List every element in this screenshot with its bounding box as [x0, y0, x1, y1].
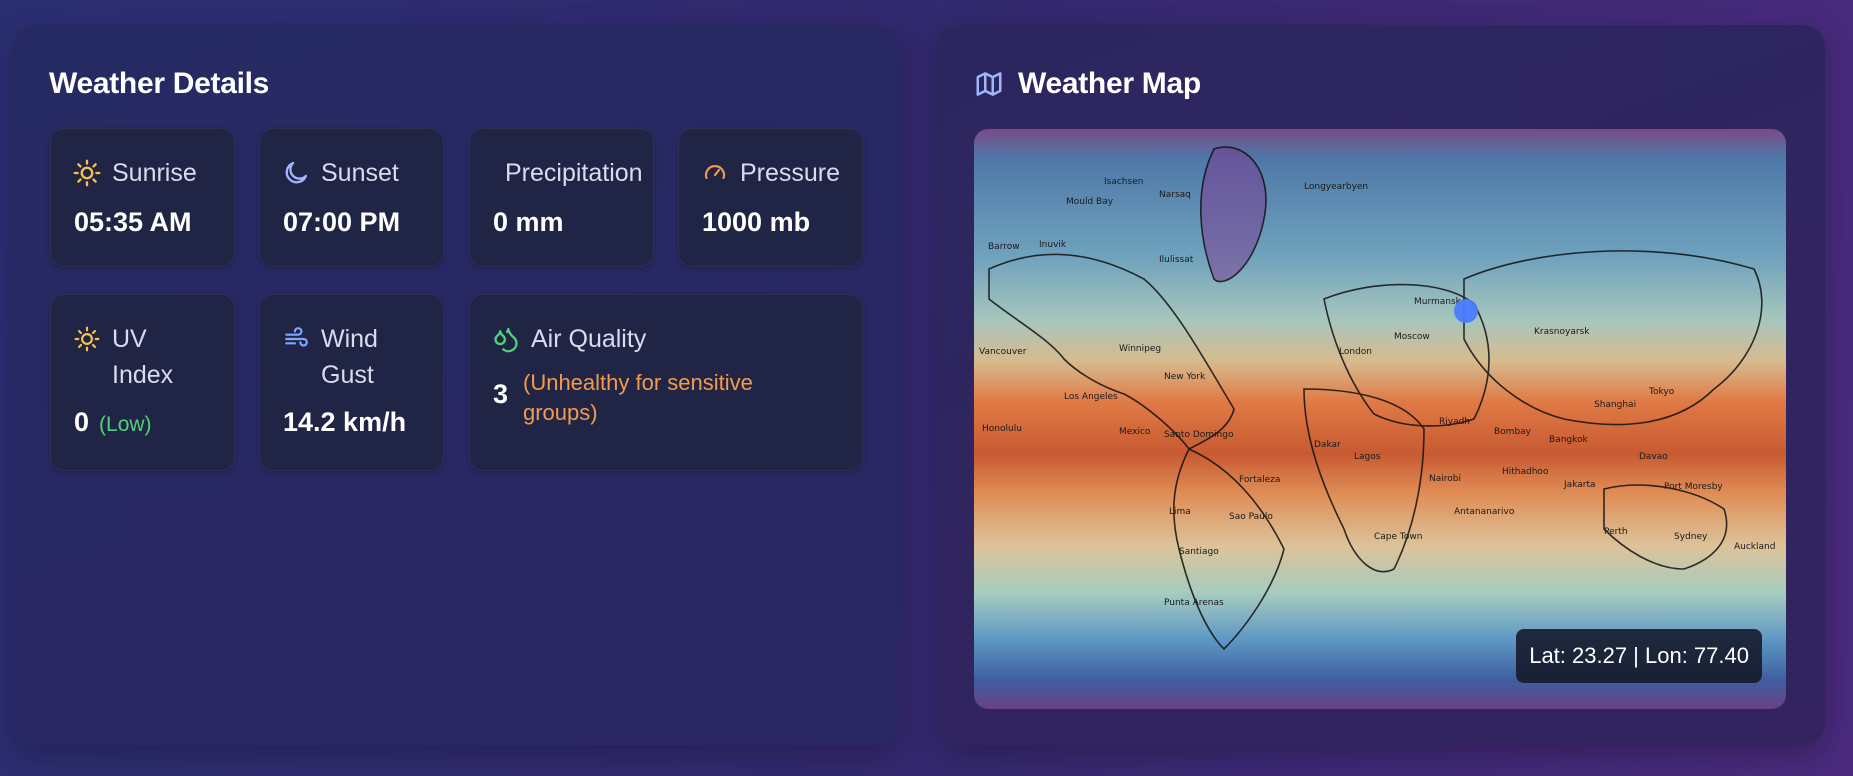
sunrise-card: Sunrise 05:35 AM	[50, 128, 235, 267]
precipitation-value: 0 mm	[493, 207, 564, 237]
svg-text:Punta Arenas: Punta Arenas	[1164, 598, 1224, 608]
svg-text:Moscow: Moscow	[1394, 332, 1430, 342]
droplets-icon	[492, 321, 520, 357]
svg-text:Bangkok: Bangkok	[1549, 435, 1589, 445]
svg-text:New York: New York	[1164, 372, 1206, 382]
svg-text:Santiago: Santiago	[1179, 547, 1219, 557]
uv-label-line2: Index	[112, 361, 174, 389]
map-canvas: Barrow Inuvik Mould Bay Isachsen Narsaq Ilul…	[974, 129, 1786, 709]
air-quality-value: 3	[493, 379, 509, 409]
svg-text:Narsaq: Narsaq	[1159, 190, 1191, 200]
svg-text:Jakarta: Jakarta	[1563, 480, 1595, 490]
sunrise-label: Sunrise	[112, 159, 197, 187]
svg-text:Hithadhoo: Hithadhoo	[1502, 467, 1549, 477]
svg-text:Mexico: Mexico	[1119, 427, 1151, 437]
wind-label-line1: Wind	[321, 325, 378, 353]
weather-map-panel: Weather Map Barrow Inuvik Mould Bay Isac…	[938, 25, 1825, 745]
moon-icon	[282, 155, 310, 191]
svg-text:Perth: Perth	[1604, 527, 1628, 537]
weather-details-panel: Weather Details Sunrise 05:35 AM Sunset …	[13, 25, 900, 745]
svg-text:Vancouver: Vancouver	[979, 347, 1027, 357]
uv-level: (Low)	[99, 413, 152, 436]
sun-icon	[73, 321, 101, 357]
air-quality-card: Air Quality 3 (Unhealthy for sensitive g…	[469, 294, 863, 471]
svg-text:Lagos: Lagos	[1354, 452, 1381, 462]
precipitation-label: Precipitation	[505, 159, 643, 187]
svg-text:Shanghai: Shanghai	[1594, 400, 1636, 410]
svg-text:Isachsen: Isachsen	[1104, 177, 1143, 187]
svg-text:London: London	[1339, 347, 1372, 357]
svg-text:Barrow: Barrow	[988, 242, 1020, 252]
svg-text:Tokyo: Tokyo	[1648, 387, 1675, 397]
pressure-value: 1000 mb	[702, 207, 811, 237]
svg-text:Antananarivo: Antananarivo	[1454, 507, 1515, 517]
wind-gust-value: 14.2 km/h	[283, 407, 407, 437]
precipitation-card: Precipitation 0 mm	[469, 128, 654, 267]
wind-label-line2: Gust	[321, 361, 374, 389]
svg-text:Murmansk: Murmansk	[1414, 297, 1462, 307]
sun-icon	[73, 155, 101, 191]
uv-value: 0	[74, 407, 90, 437]
svg-text:Auckland: Auckland	[1734, 542, 1775, 552]
svg-text:Riyadh: Riyadh	[1439, 417, 1470, 427]
uv-value-row: 0 (Low)	[74, 407, 152, 438]
svg-text:Sydney: Sydney	[1674, 532, 1708, 542]
pressure-label: Pressure	[740, 159, 841, 187]
svg-text:Santo Domingo: Santo Domingo	[1164, 430, 1234, 440]
uv-label-line1: UV	[112, 325, 147, 353]
svg-text:Los Angeles: Los Angeles	[1064, 392, 1118, 402]
svg-text:Davao: Davao	[1639, 452, 1668, 462]
svg-text:Inuvik: Inuvik	[1039, 240, 1067, 250]
sunset-value: 07:00 PM	[283, 207, 401, 237]
svg-text:Krasnoyarsk: Krasnoyarsk	[1534, 327, 1590, 337]
svg-text:Nairobi: Nairobi	[1429, 474, 1461, 484]
location-marker	[1454, 299, 1478, 323]
svg-text:Honolulu: Honolulu	[982, 424, 1022, 434]
coordinates-readout: Lat: 23.27 | Lon: 77.40	[1516, 629, 1762, 683]
uv-index-card: UV Index 0 (Low)	[50, 294, 235, 471]
wind-icon	[282, 321, 310, 357]
svg-text:Bombay: Bombay	[1494, 427, 1532, 437]
map-icon	[974, 69, 1004, 99]
weather-map-title: Weather Map	[1018, 67, 1201, 100]
svg-text:Sao Paulo: Sao Paulo	[1229, 512, 1273, 522]
svg-text:Cape Town: Cape Town	[1374, 532, 1422, 542]
svg-text:Dakar: Dakar	[1314, 440, 1341, 450]
svg-text:Longyearbyen: Longyearbyen	[1304, 182, 1368, 192]
sunset-label: Sunset	[321, 159, 399, 187]
wind-gust-card: Wind Gust 14.2 km/h	[259, 294, 444, 471]
pressure-card: Pressure 1000 mb	[678, 128, 863, 267]
weather-details-title: Weather Details	[49, 67, 270, 100]
svg-text:Mould Bay: Mould Bay	[1066, 197, 1114, 207]
svg-text:Fortaleza: Fortaleza	[1239, 475, 1280, 485]
gauge-icon	[701, 155, 729, 191]
sunset-card: Sunset 07:00 PM	[259, 128, 444, 267]
svg-text:Lima: Lima	[1169, 507, 1191, 517]
air-quality-description: (Unhealthy for sensitive groups)	[523, 370, 753, 425]
weather-map[interactable]: Barrow Inuvik Mould Bay Isachsen Narsaq Ilul…	[974, 129, 1786, 709]
sunrise-value: 05:35 AM	[74, 207, 192, 237]
weather-map-heading: Weather Map	[974, 67, 1201, 101]
svg-text:Winnipeg: Winnipeg	[1119, 344, 1161, 354]
svg-text:Port Moresby: Port Moresby	[1664, 482, 1723, 492]
air-quality-label: Air Quality	[531, 325, 647, 353]
svg-text:Ilulissat: Ilulissat	[1159, 255, 1194, 265]
